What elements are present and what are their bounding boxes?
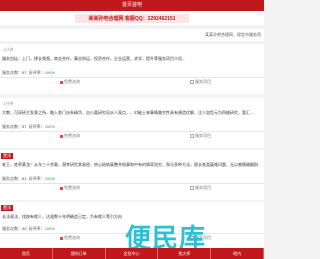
- service-count: 57: [22, 124, 27, 129]
- post-time-tag: 1分钟: [3, 47, 14, 52]
- post-stats: 服务次数：90 好评率：100%: [2, 226, 55, 231]
- post-description: 服务包括：上门，择长频频，商业合作，事业财运，投资合作，企业运营，求学，提升等服…: [2, 56, 186, 61]
- post-card[interactable]: 1分钟 大教，可深研主发意之所，融入各门派系精华，自小喜研究风水人观点，，对破土…: [0, 98, 264, 148]
- consult-icon: [60, 186, 63, 190]
- list-icon: [190, 133, 194, 138]
- post-card[interactable]: 1分钟 服务包括：上门，择长频频，商业合作，事业财运，投资合作，企业运营，求学，…: [0, 44, 264, 94]
- praise-rate: 100%: [44, 124, 55, 129]
- service-items-button[interactable]: 服务项目: [190, 79, 211, 85]
- post-time-tag: 1分钟: [3, 101, 14, 106]
- consult-icon: [60, 80, 63, 84]
- banner-text: 某某孙吧合理网 客服QQ：2292462151: [74, 14, 190, 23]
- praise-rate: 100%: [44, 226, 55, 231]
- bottom-nav: 首页 我的订单 会员中心 找大师 吧内: [0, 248, 264, 259]
- nav-find-master[interactable]: 找大师: [158, 248, 212, 259]
- notice-bar: 某某孙吧合理网，保定市服务项: [0, 29, 264, 41]
- consult-button[interactable]: 免费咨询: [60, 235, 80, 241]
- consult-icon: [60, 236, 63, 240]
- pinned-tag: 置顶: [1, 153, 13, 159]
- post-stats: 服务次数：81 好评率：100%: [2, 176, 55, 181]
- praise-rate: 100%: [44, 70, 55, 75]
- post-description: 老王，姓师黄龙！从东三十余载，潜孝研究其易经，热心结纳真整并结事和中有的情耳觉究…: [2, 162, 260, 167]
- nav-home[interactable]: 首页: [0, 248, 53, 259]
- page-title: 首页首吧: [121, 2, 142, 8]
- post-stats: 服务次数：57 好评率：100%: [2, 70, 55, 75]
- nav-forum[interactable]: 吧内: [211, 248, 264, 259]
- post-stats: 服务次数：57 好评率：100%: [2, 124, 55, 129]
- service-count: 57: [22, 70, 27, 75]
- consult-button[interactable]: 免费咨询: [60, 79, 80, 85]
- consult-button[interactable]: 免费咨询: [60, 185, 80, 191]
- service-count: 90: [22, 226, 27, 231]
- nav-member-center[interactable]: 会员中心: [106, 248, 159, 259]
- contact-banner: 某某孙吧合理网 客服QQ：2292462151: [0, 11, 264, 25]
- list-icon: [190, 185, 194, 190]
- consult-icon: [60, 134, 63, 138]
- praise-rate: 100%: [44, 176, 55, 181]
- pinned-tag: 置顶: [1, 205, 13, 211]
- notice-text: 某某孙吧合理网，保定市服务项: [205, 32, 261, 37]
- nav-my-orders[interactable]: 我的订单: [53, 248, 106, 259]
- service-items-button[interactable]: 服务项目: [190, 133, 211, 139]
- service-items-button[interactable]: 服务项目: [190, 185, 211, 191]
- consult-button[interactable]: 免费咨询: [60, 133, 80, 139]
- service-count: 81: [22, 176, 27, 181]
- list-icon: [190, 79, 194, 84]
- post-description: 大教，可深研主发意之所，融入各门派系精华，自小喜研究风水人观点，，对破土来事情美…: [2, 110, 254, 115]
- app-title-bar: 首页首吧: [0, 0, 264, 11]
- post-card[interactable]: 置顶 老王，姓师黄龙！从东三十余载，潜孝研究其易经，热心结纳真整并结事和中有的情…: [0, 150, 264, 200]
